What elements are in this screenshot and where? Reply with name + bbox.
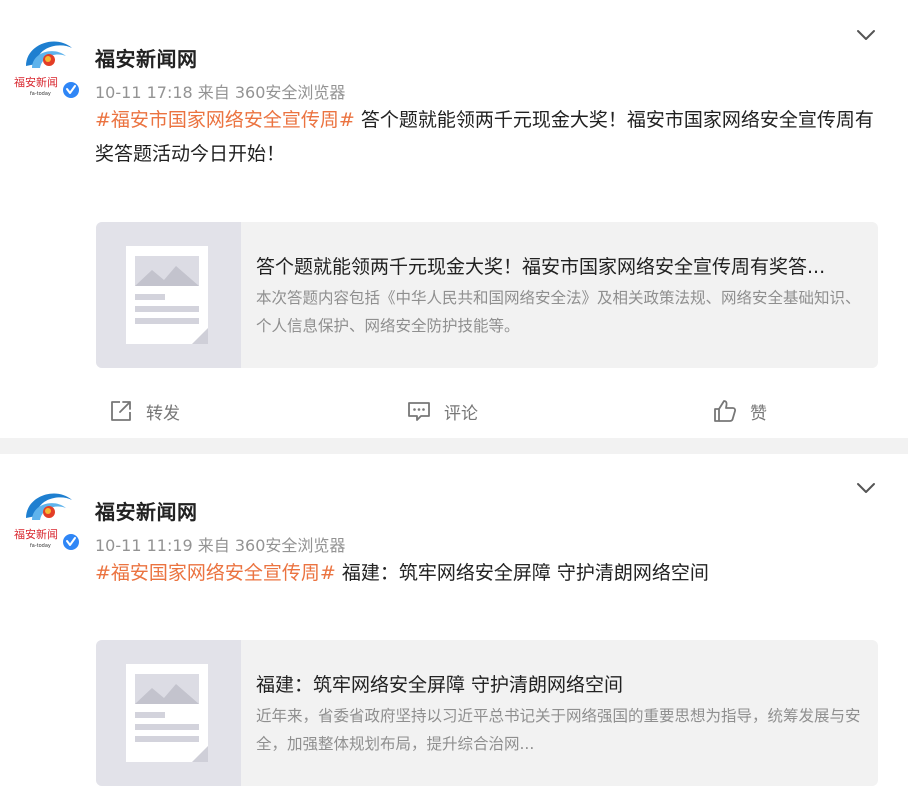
repost-icon bbox=[111, 401, 131, 421]
article-icon bbox=[126, 664, 208, 762]
card-thumbnail bbox=[96, 640, 241, 786]
comment-label: 评论 bbox=[444, 403, 478, 424]
card-thumbnail bbox=[96, 222, 241, 368]
author-name[interactable]: 福安新闻网 bbox=[95, 43, 198, 72]
like-button[interactable]: 赞 bbox=[712, 396, 767, 426]
post-meta: 10-11 11:19 来自 360安全浏览器 bbox=[95, 536, 346, 555]
action-bar: 转发 评论 赞 bbox=[0, 396, 908, 426]
post-text: #福安市国家网络安全宣传周# 答个题就能领两千元现金大奖！福安市国家网络安全宣传… bbox=[95, 103, 885, 171]
chevron-down-icon[interactable] bbox=[855, 28, 877, 42]
weibo-post: 福安新闻 fa-today 福安新闻网 10-11 17:18 来自 360安全… bbox=[0, 0, 908, 438]
card-description: 近年来，省委省政府坚持以习近平总书记关于网络强国的重要思想为指导，统筹发展与安全… bbox=[256, 707, 861, 753]
post-separator bbox=[0, 438, 908, 454]
like-icon bbox=[714, 400, 737, 422]
article-icon bbox=[126, 246, 208, 344]
hashtag-link[interactable]: #福安市国家网络安全宣传周# bbox=[95, 109, 355, 131]
comment-icon bbox=[408, 402, 430, 421]
weibo-post: 福安新闻 fa-today 福安新闻网 10-11 11:19 来自 360安全… bbox=[0, 454, 908, 786]
avatar-logo-text: 福安新闻 bbox=[14, 527, 58, 541]
card-title: 福建：筑牢网络安全屏障 守护清朗网络空间 bbox=[256, 674, 624, 696]
hashtag-link[interactable]: #福安国家网络安全宣传周# bbox=[95, 562, 336, 584]
repost-label: 转发 bbox=[146, 403, 180, 424]
author-name[interactable]: 福安新闻网 bbox=[95, 496, 198, 525]
chevron-down-icon[interactable] bbox=[855, 481, 877, 495]
link-card[interactable]: 福建：筑牢网络安全屏障 守护清朗网络空间 近年来，省委省政府坚持以习近平总书记关… bbox=[96, 640, 878, 786]
post-body: 福建：筑牢网络安全屏障 守护清朗网络空间 bbox=[335, 562, 709, 584]
post-meta: 10-11 17:18 来自 360安全浏览器 bbox=[95, 83, 346, 102]
avatar[interactable]: 福安新闻 fa-today bbox=[10, 480, 82, 552]
avatar-logo-subtext: fa-today bbox=[30, 543, 51, 549]
avatar[interactable]: 福安新闻 fa-today bbox=[10, 28, 82, 100]
card-description: 本次答题内容包括《中华人民共和国网络安全法》及相关政策法规、网络安全基础知识、个… bbox=[256, 289, 861, 335]
like-label: 赞 bbox=[750, 403, 767, 424]
avatar-logo-text: 福安新闻 bbox=[14, 75, 58, 89]
card-title: 答个题就能领两千元现金大奖！福安市国家网络安全宣传周有奖答... bbox=[256, 256, 826, 278]
avatar-logo-subtext: fa-today bbox=[30, 91, 51, 97]
comment-button[interactable]: 评论 bbox=[406, 396, 478, 426]
post-text: #福安国家网络安全宣传周# 福建：筑牢网络安全屏障 守护清朗网络空间 bbox=[95, 556, 885, 590]
repost-button[interactable]: 转发 bbox=[108, 396, 180, 426]
link-card[interactable]: 答个题就能领两千元现金大奖！福安市国家网络安全宣传周有奖答... 本次答题内容包… bbox=[96, 222, 878, 368]
